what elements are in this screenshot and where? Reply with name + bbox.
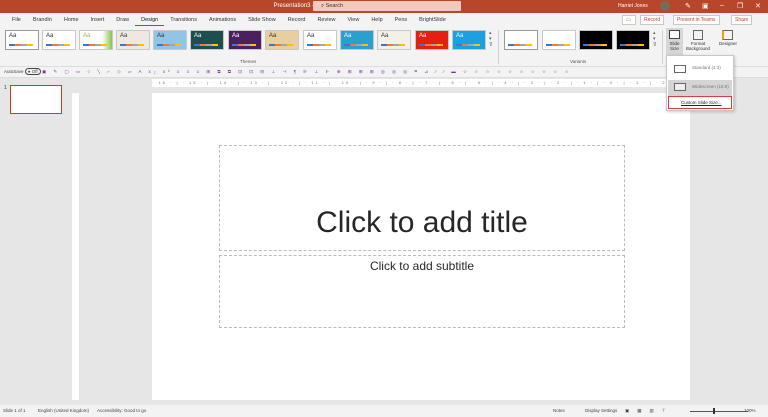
theme-10[interactable]: Aa — [340, 30, 374, 50]
tab-review[interactable]: Review — [311, 13, 341, 28]
variant-3[interactable] — [579, 30, 613, 50]
theme-4[interactable]: Aa — [116, 30, 150, 50]
slide-size-button[interactable]: Slide Size — [666, 28, 683, 55]
divider — [662, 30, 663, 64]
variant-1[interactable] — [504, 30, 538, 50]
theme-6[interactable]: Aa — [190, 30, 224, 50]
themes-more-icon[interactable]: ▴ ▾ ⊽ — [489, 30, 493, 48]
designer-icon — [722, 30, 733, 40]
tab-file[interactable]: File — [6, 13, 27, 28]
variants-group-label: Variants — [570, 59, 587, 64]
themes-group-label: Themes — [240, 59, 257, 64]
theme-2[interactable]: Aa — [42, 30, 76, 50]
vertical-ruler — [72, 93, 79, 400]
autosave-toggle[interactable]: ● Off — [24, 68, 41, 75]
theme-office[interactable]: Aa — [5, 30, 39, 50]
standard-slide-icon — [674, 65, 686, 73]
notes-button[interactable]: Notes — [553, 408, 565, 413]
slide-thumbnails-panel: 1 — [0, 78, 70, 405]
language[interactable]: English (United Kingdom) — [38, 408, 89, 413]
tab-help[interactable]: Help — [365, 13, 388, 28]
theme-7[interactable]: Aa — [228, 30, 262, 50]
record-button[interactable]: Record — [640, 15, 665, 25]
tab-view[interactable]: View — [341, 13, 365, 28]
slide-size-dropdown: Standard (4:3) Widescreen (16:9) Custom … — [666, 55, 734, 111]
display-settings-button[interactable]: Display Settings — [585, 408, 617, 413]
tab-pens[interactable]: Pens — [389, 13, 414, 28]
ribbon-display-icon[interactable]: ▣ — [702, 2, 709, 10]
quick-access-toolbar: AutoSave ● Off ▣ ✎ ▢ ▭ ○ ╲ ⌐ ◇ ▱ A x₂ x²… — [0, 67, 768, 78]
tab-transitions[interactable]: Transitions — [164, 13, 203, 28]
tab-insert[interactable]: Insert — [85, 13, 111, 28]
avatar[interactable] — [660, 1, 670, 11]
zoom-slider[interactable] — [690, 411, 748, 412]
user-name[interactable]: Harriet Jones — [618, 3, 648, 9]
close-icon[interactable]: ✕ — [755, 2, 761, 10]
title-placeholder[interactable]: Click to add title — [219, 145, 625, 251]
minimize-icon[interactable]: – — [720, 2, 724, 9]
tab-design[interactable]: Design — [135, 13, 165, 26]
horizontal-ruler: · 16 · | · 15 · | · 14 · | · 13 · | · 12… — [152, 79, 690, 87]
view-buttons[interactable]: ▣▦▥⊤ — [625, 408, 674, 414]
format-background-icon — [693, 30, 703, 40]
tab-slide-show[interactable]: Slide Show — [242, 13, 282, 28]
variant-4[interactable] — [616, 30, 650, 50]
variant-2[interactable] — [542, 30, 576, 50]
status-bar: Slide 1 of 1 English (United Kingdom) Ac… — [0, 405, 768, 417]
tab-brandin[interactable]: Brandin — [27, 13, 58, 28]
theme-3[interactable]: Aa — [79, 30, 113, 50]
accessibility-status[interactable]: Accessibility: Good to go — [97, 408, 146, 413]
slide-count: Slide 1 of 1 — [3, 408, 26, 413]
theme-5[interactable]: Aa — [153, 30, 187, 50]
drawing-tools-icons[interactable]: ▣ ✎ ▢ ▭ ○ ╲ ⌐ ◇ ▱ A x₂ x² ≡ ≡ ≡ ⊞ ⧉ ⧉ ⊡ … — [42, 69, 572, 74]
search-label: Search — [325, 3, 344, 9]
tab-draw[interactable]: Draw — [110, 13, 135, 28]
tab-brightslide[interactable]: BrightSlide — [413, 13, 452, 28]
share-button[interactable]: Share — [731, 15, 753, 25]
slide-size-icon — [669, 30, 680, 39]
subtitle-placeholder[interactable]: Click to add subtitle — [219, 255, 625, 328]
autosave-label: AutoSave — [4, 69, 24, 74]
tab-animations[interactable]: Animations — [203, 13, 242, 28]
tab-record[interactable]: Record — [282, 13, 312, 28]
custom-slide-size-option[interactable]: Custom Slide Size... — [668, 96, 732, 109]
search-box[interactable]: ⌕ Search — [313, 1, 461, 11]
tab-home[interactable]: Home — [58, 13, 85, 28]
standard-size-option[interactable]: Standard (4:3) — [668, 59, 732, 80]
widescreen-size-option[interactable]: Widescreen (16:9) — [668, 80, 732, 96]
zoom-slider-thumb[interactable] — [713, 408, 715, 414]
comments-button[interactable]: ▭ — [622, 15, 636, 25]
slide-thumbnail-1[interactable] — [10, 85, 62, 114]
theme-9[interactable]: Aa — [303, 30, 337, 50]
window-title: Presentation3 - PowerPoint — [273, 3, 347, 9]
theme-13[interactable]: Aa — [452, 30, 486, 50]
designer-button[interactable]: Designer — [716, 28, 740, 46]
theme-8[interactable]: Aa — [265, 30, 299, 50]
zoom-level[interactable]: 100% — [744, 408, 756, 413]
format-background-button[interactable]: Format Background — [684, 28, 712, 51]
present-in-teams-button[interactable]: Present in Teams — [673, 15, 720, 25]
pen-icon[interactable]: ✎ — [685, 2, 691, 10]
slide-number: 1 — [4, 85, 7, 91]
theme-12[interactable]: Aa — [415, 30, 449, 50]
variants-more-icon[interactable]: ▴ ▾ ⊽ — [653, 30, 657, 48]
widescreen-slide-icon — [674, 83, 686, 91]
maximize-icon[interactable]: ❐ — [737, 2, 743, 10]
theme-11[interactable]: Aa — [377, 30, 411, 50]
divider — [498, 30, 499, 64]
